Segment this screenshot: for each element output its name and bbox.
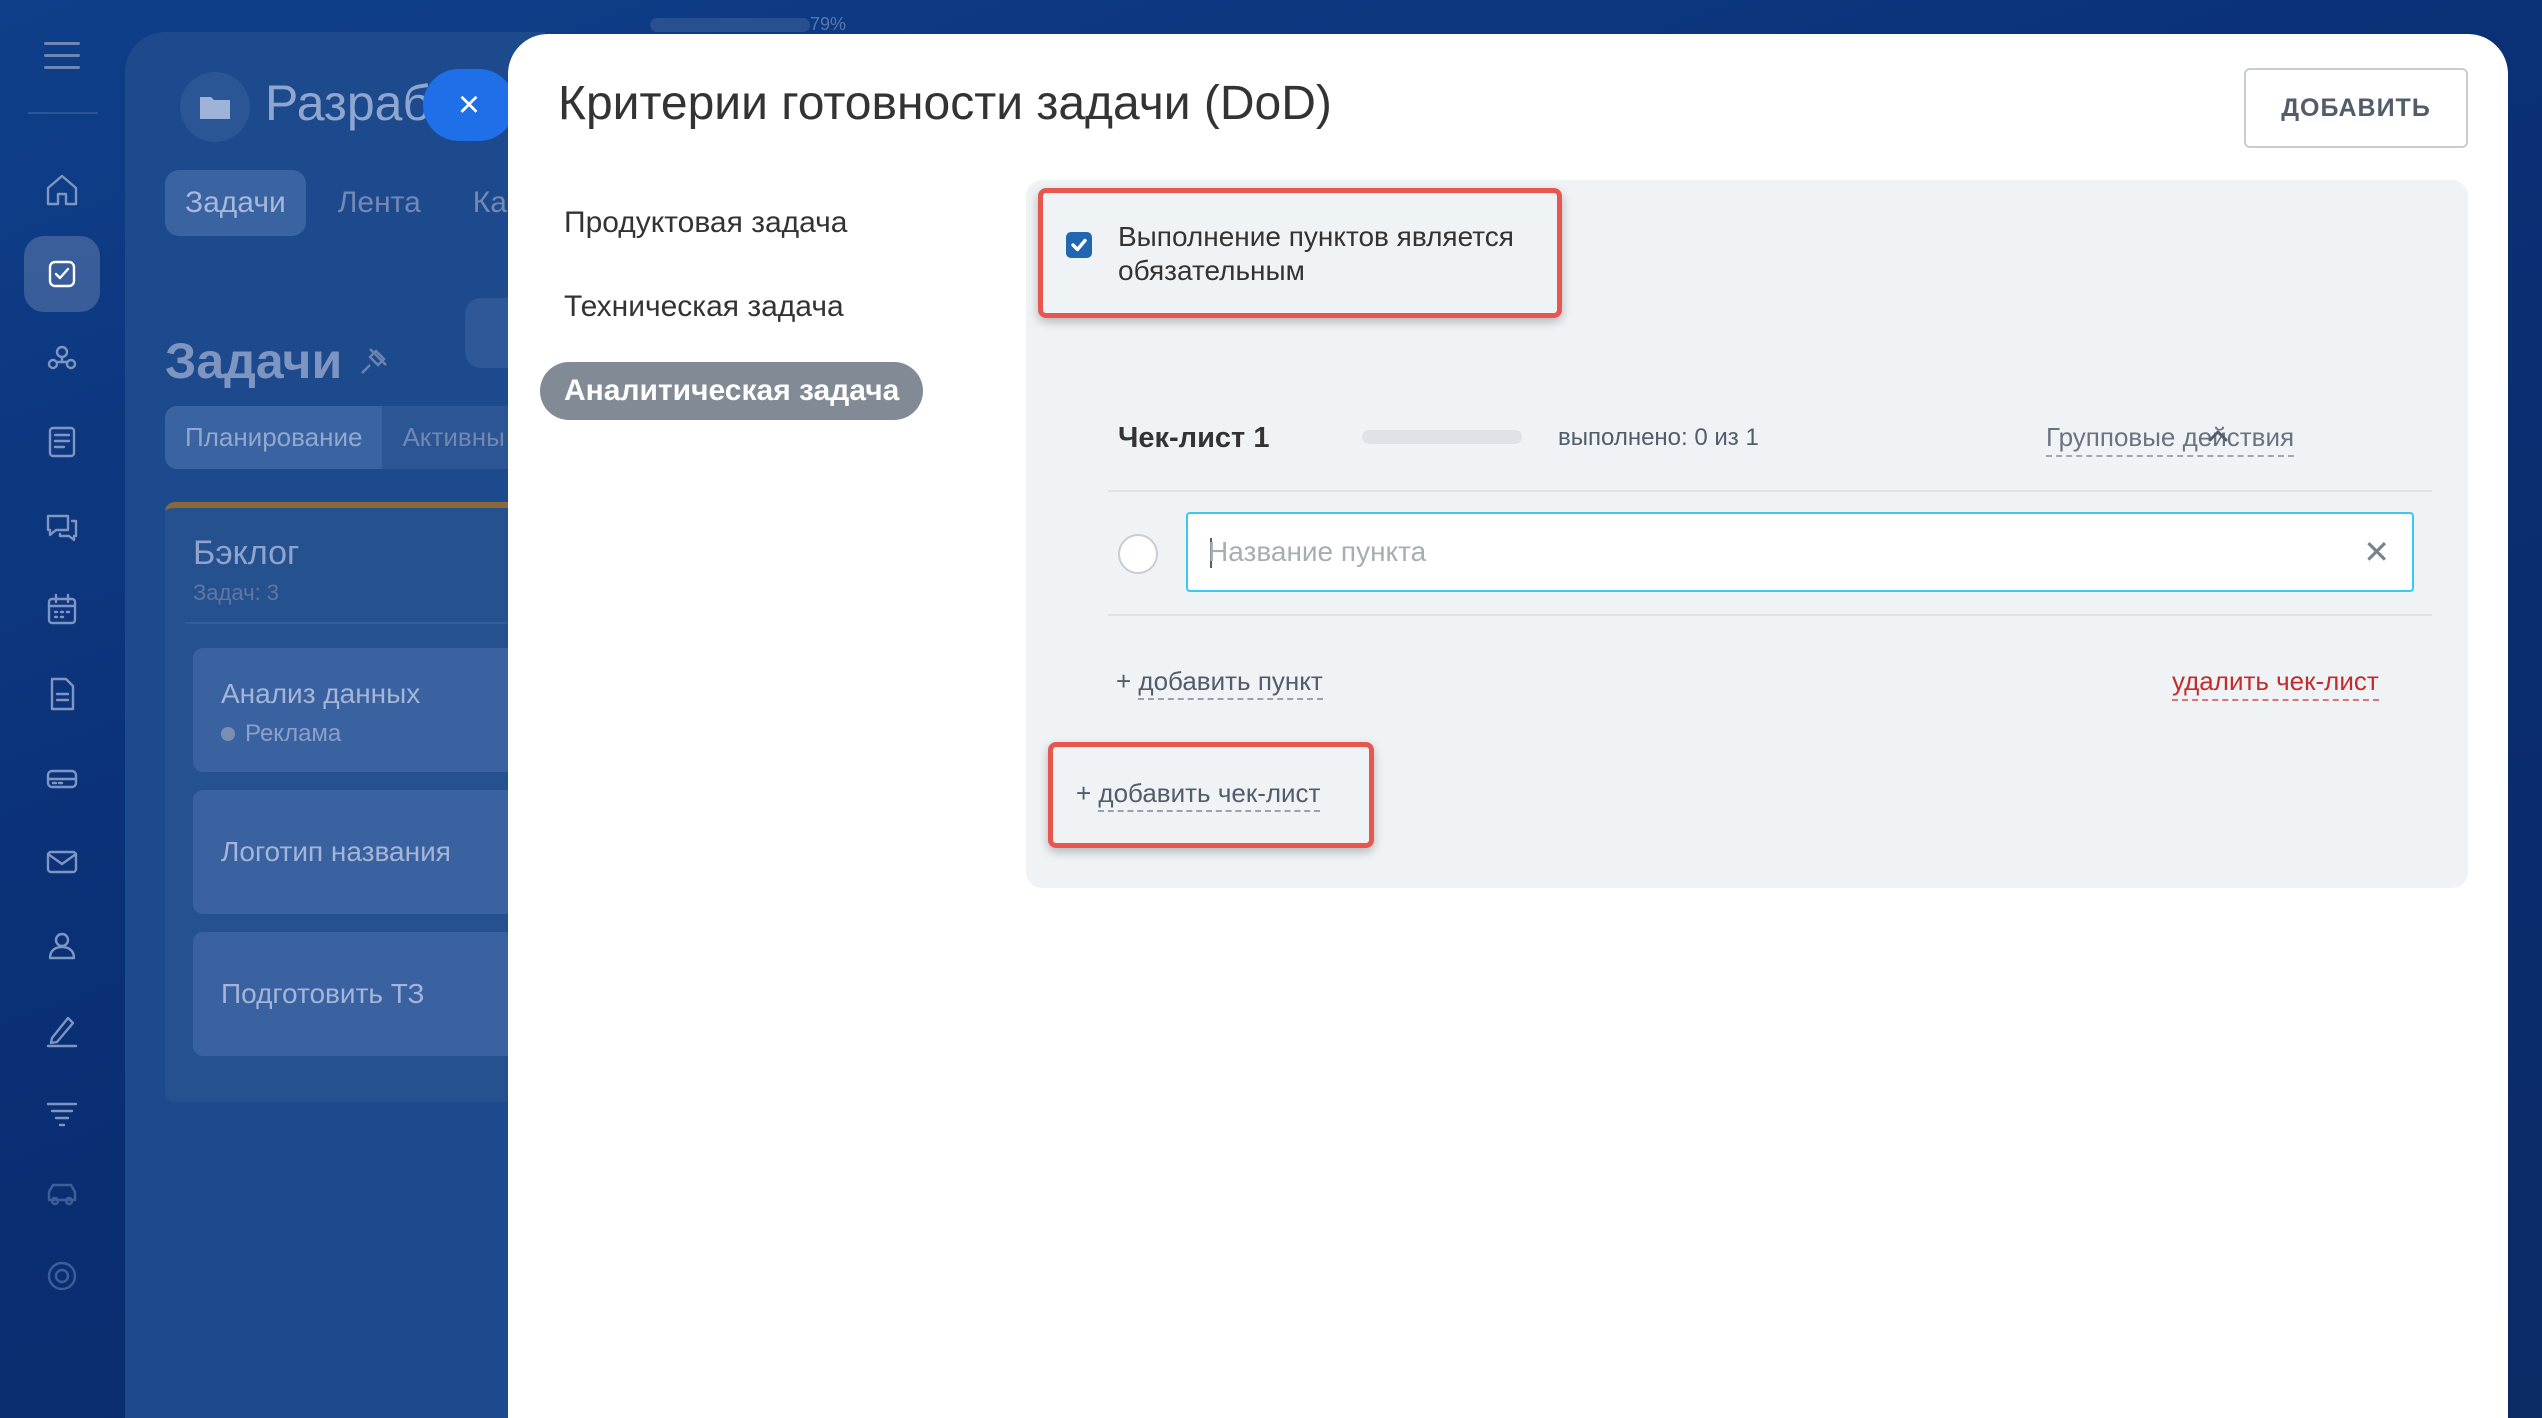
task-card-tag-text: Реклама — [245, 720, 342, 747]
tab-planning[interactable]: Планирование — [165, 406, 383, 469]
required-checkbox[interactable] — [1066, 232, 1092, 258]
settings-icon[interactable] — [24, 1238, 100, 1314]
document-icon[interactable] — [24, 656, 100, 732]
chat-icon[interactable] — [24, 488, 100, 564]
project-tabs: Задачи Лента Ка — [165, 170, 527, 236]
left-sidebar — [0, 0, 125, 1418]
zoom-level: 79% — [810, 14, 847, 34]
backlog-column: Бэклог Задач: 3 Анализ данных Реклама Ло… — [165, 502, 545, 1102]
task-type-technical[interactable]: Техническая задача — [540, 278, 868, 336]
folder-icon — [180, 72, 250, 142]
people-icon[interactable] — [24, 320, 100, 396]
close-slider-button[interactable]: × — [423, 69, 515, 141]
item-name-field: ✕ — [1186, 512, 2414, 592]
task-card[interactable]: Логотип названия — [193, 790, 545, 914]
tab-active-sprint[interactable]: Активны — [382, 406, 525, 469]
background-app: Разраб Задачи Лента Ка Задачи Планирован… — [125, 32, 545, 1418]
filter-icon[interactable] — [24, 1076, 100, 1152]
plus-sign: + — [1076, 778, 1092, 808]
task-card-title: Анализ данных — [221, 678, 421, 709]
task-card[interactable]: Анализ данных Реклама — [193, 648, 545, 772]
delete-checklist-link[interactable]: удалить чек-лист — [2172, 666, 2379, 701]
add-item-link[interactable]: + добавить пункт — [1116, 666, 1323, 700]
divider — [1108, 490, 2432, 492]
required-checkbox-label[interactable]: Выполнение пунктов является обязательным — [1118, 220, 1558, 288]
checklist-progress-text: выполнено: 0 из 1 — [1558, 424, 1759, 451]
add-checklist-link[interactable]: + добавить чек-лист — [1076, 778, 1321, 812]
task-card-title: Логотип названия — [221, 836, 451, 867]
tasks-icon[interactable] — [24, 236, 100, 312]
top-progress-bar — [650, 18, 810, 32]
project-title: Разраб — [265, 75, 432, 131]
task-type-product[interactable]: Продуктовая задача — [540, 194, 871, 252]
dod-settings-area: Выполнение пунктов является обязательным… — [1026, 180, 2468, 888]
task-type-analytical[interactable]: Аналитическая задача — [540, 362, 924, 420]
item-complete-toggle[interactable] — [1118, 534, 1158, 574]
add-item-label: добавить пункт — [1138, 666, 1323, 700]
divider — [185, 622, 545, 624]
checklist-progress-bar — [1362, 430, 1522, 444]
task-card-title: Подготовить ТЗ — [221, 978, 425, 1009]
drive-icon[interactable] — [24, 740, 100, 816]
pin-icon[interactable] — [358, 345, 390, 377]
close-icon: × — [457, 84, 481, 126]
checklist-title: Чек-лист 1 — [1118, 422, 1270, 454]
dod-slider-panel: Критерии готовности задачи (DoD) ДОБАВИТ… — [508, 34, 2508, 1418]
clear-icon[interactable]: ✕ — [2363, 532, 2390, 572]
car-icon[interactable] — [24, 1156, 100, 1232]
backlog-count: Задач: 3 — [193, 580, 280, 605]
tasks-heading-text: Задачи — [165, 333, 343, 389]
divider — [1108, 614, 2432, 616]
mail-icon[interactable] — [24, 824, 100, 900]
check-icon — [1071, 238, 1087, 252]
add-button[interactable]: ДОБАВИТЬ — [2244, 68, 2468, 148]
calendar-icon[interactable] — [24, 572, 100, 648]
contacts-icon[interactable] — [24, 908, 100, 984]
sidebar-divider — [28, 112, 98, 114]
backlog-title: Бэклог — [193, 534, 300, 572]
collapse-button[interactable] — [2198, 416, 2238, 456]
sign-icon[interactable] — [24, 992, 100, 1068]
home-icon[interactable] — [24, 152, 100, 228]
feed-icon[interactable] — [24, 404, 100, 480]
page-title: Критерии готовности задачи (DoD) — [558, 77, 1332, 130]
tab-tasks[interactable]: Задачи — [165, 170, 306, 236]
tab-feed[interactable]: Лента — [318, 170, 441, 236]
menu-icon[interactable] — [44, 42, 80, 72]
task-card-tag: Реклама — [221, 720, 341, 748]
tag-dot-icon — [221, 727, 235, 741]
chevron-up-icon — [2208, 430, 2228, 442]
add-checklist-label: добавить чек-лист — [1098, 778, 1321, 812]
scrum-tabs: Планирование Активны — [165, 406, 525, 469]
tasks-heading: Задачи — [165, 332, 390, 390]
task-card[interactable]: Подготовить ТЗ — [193, 932, 545, 1056]
plus-sign: + — [1116, 666, 1132, 696]
group-actions-link[interactable]: Групповые действия — [2046, 422, 2295, 457]
item-name-input[interactable] — [1208, 514, 2358, 590]
task-type-list: Продуктовая задача Техническая задача Ан… — [540, 194, 950, 446]
